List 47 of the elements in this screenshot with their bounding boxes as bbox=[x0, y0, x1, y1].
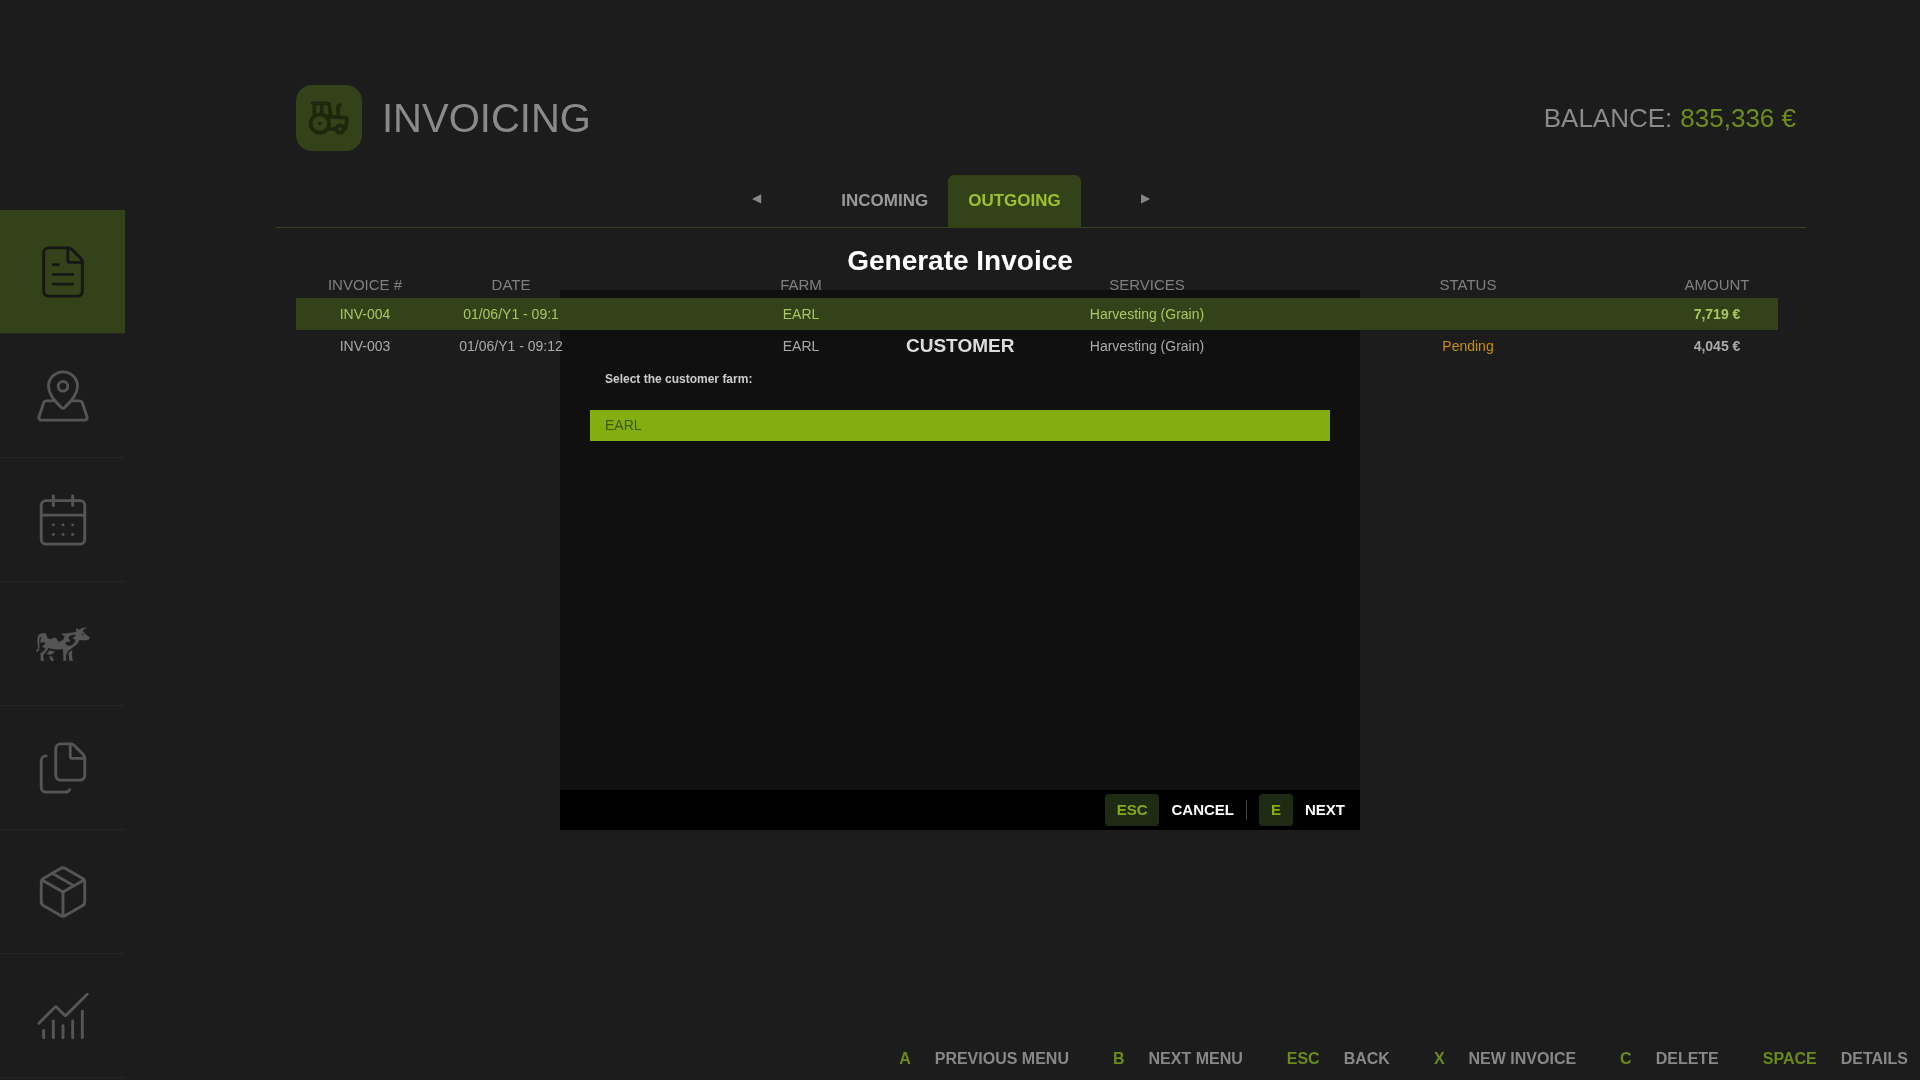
key-hint: C bbox=[1620, 1049, 1632, 1069]
table-cell-text: Harvesting (Grain) bbox=[1089, 304, 1205, 324]
table-cell-text: 4,045 € bbox=[1693, 336, 1741, 356]
list-option[interactable]: EARL bbox=[590, 410, 1330, 441]
previous-tab-arrow[interactable]: ◀ bbox=[752, 189, 762, 207]
page-title: INVOICING bbox=[382, 95, 591, 142]
hint-label[interactable]: DETAILS bbox=[1840, 1047, 1908, 1071]
hint-label[interactable]: BACK bbox=[1343, 1047, 1390, 1071]
key-hint: SPACE bbox=[1762, 1049, 1817, 1069]
key-hint: ESC bbox=[1286, 1049, 1320, 1069]
action-button[interactable]: NEXT bbox=[1305, 798, 1345, 822]
balance-label: BALANCE: bbox=[1543, 101, 1673, 135]
table-cell-text: 01/06/Y1 - 09:12 bbox=[459, 336, 563, 356]
hint-label[interactable]: PREVIOUS MENU bbox=[934, 1047, 1069, 1071]
prompt-text: Select the customer farm: bbox=[605, 371, 754, 388]
column-header: FARM bbox=[780, 274, 822, 295]
column-header: SERVICES bbox=[1109, 274, 1185, 295]
table-cell-text: INV-003 bbox=[339, 336, 391, 356]
column-header: INVOICE # bbox=[327, 274, 403, 295]
key-badge: ESC bbox=[1104, 793, 1160, 827]
dialog-title: Generate Invoice bbox=[846, 244, 1074, 278]
action-button[interactable]: CANCEL bbox=[1171, 798, 1234, 822]
hint-label[interactable]: NEXT MENU bbox=[1148, 1047, 1243, 1071]
table-cell-text: 7,719 € bbox=[1693, 304, 1741, 324]
hint-label[interactable]: NEW INVOICE bbox=[1468, 1047, 1577, 1071]
tab[interactable]: INCOMING bbox=[821, 175, 949, 227]
next-tab-arrow[interactable]: ▶ bbox=[1140, 189, 1150, 207]
table-cell-text: INV-004 bbox=[339, 304, 391, 324]
tab[interactable]: OUTGOING bbox=[948, 175, 1081, 227]
table-cell-text: 01/06/Y1 - 09:1 bbox=[463, 304, 559, 324]
tractor-logo-icon bbox=[296, 85, 362, 151]
balance-value: 835,336 € bbox=[1680, 101, 1796, 135]
table-cell-text: EARL bbox=[782, 336, 820, 356]
key-hint: A bbox=[899, 1049, 911, 1069]
section-heading: CUSTOMER bbox=[906, 334, 1014, 358]
key-badge: E bbox=[1258, 793, 1293, 827]
table-cell-text: Pending bbox=[1442, 336, 1494, 356]
column-header: AMOUNT bbox=[1684, 274, 1750, 295]
selected-row-highlight[interactable]: INV-004 01/06/Y1 - 09:1 EARL Harvesting (Grain) 7,719 € bbox=[296, 298, 1778, 330]
key-hint: X bbox=[1433, 1049, 1445, 1069]
hint-label[interactable]: DELETE bbox=[1655, 1047, 1719, 1071]
table-cell-text: Harvesting (Grain) bbox=[1089, 336, 1205, 356]
table-cell-text: EARL bbox=[782, 304, 820, 324]
column-header: DATE bbox=[491, 274, 531, 295]
column-header: STATUS bbox=[1439, 274, 1497, 295]
key-hint: B bbox=[1112, 1049, 1125, 1069]
sidebar-item[interactable] bbox=[0, 210, 125, 334]
